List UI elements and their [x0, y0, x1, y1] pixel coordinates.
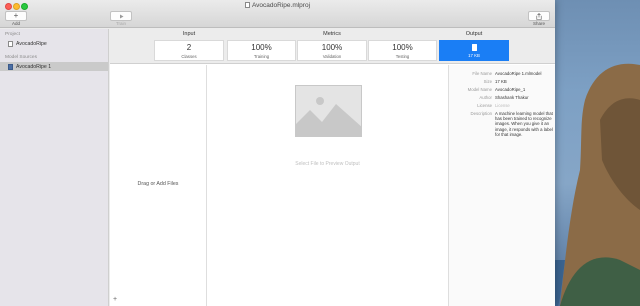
output-card[interactable]: 17 KB [439, 40, 509, 61]
sidebar-item-model-source[interactable]: AvocadoRipe 1 [0, 62, 108, 71]
classes-value: 2 [186, 43, 192, 52]
sidebar-item-project[interactable]: AvocadoRipe [0, 39, 108, 48]
metadata-key: File Name [472, 71, 492, 76]
project-file-icon [8, 40, 13, 47]
files-panel[interactable]: Drag or Add Files + [110, 65, 207, 306]
model-file-icon [471, 44, 477, 51]
metadata-value[interactable]: License [495, 103, 553, 108]
sidebar: Project AvocadoRipe Model Sources Avocad… [0, 29, 109, 306]
training-value: 100% [251, 43, 272, 52]
window-title: AvocadoRipe.mlproj [0, 2, 555, 9]
model-sources-header: Model Sources [5, 55, 37, 60]
main-content: Input 2 Classes Metrics 100% Training 10… [110, 29, 555, 306]
metadata-value[interactable]: A machine learning model that has been t… [495, 111, 553, 137]
metrics-title: Metrics [323, 31, 341, 37]
input-card[interactable]: 2 Classes [154, 40, 224, 61]
train-label: Train [115, 21, 127, 26]
output-size-label: 17 KB [468, 53, 480, 58]
testing-label: Testing [395, 54, 410, 59]
metadata-row-file-name: File Name AvocadoRipe 1.mlmodel [449, 71, 555, 76]
preview-hint-text: Select File to Preview Output [295, 161, 360, 167]
metadata-row-description: Description A machine learning model tha… [449, 111, 555, 137]
metadata-key: Model Name [467, 87, 492, 92]
preview-panel: Select File to Preview Output [208, 65, 447, 306]
sidebar-item-label: AvocadoRipe [16, 40, 47, 47]
app-window: AvocadoRipe.mlproj + Add Train Share Pro… [0, 0, 555, 306]
titlebar: AvocadoRipe.mlproj + Add Train Share [0, 0, 555, 28]
add-file-button[interactable]: + [113, 296, 117, 303]
metadata-key: Size [483, 79, 492, 84]
testing-value: 100% [392, 43, 413, 52]
metadata-key: License [477, 103, 492, 108]
metadata-panel: File Name AvocadoRipe 1.mlmodel Size 17 … [448, 65, 555, 306]
validation-label: Validation [322, 54, 342, 59]
window-title-text: AvocadoRipe.mlproj [251, 2, 311, 9]
add-label: Add [11, 21, 20, 26]
metadata-value: AvocadoRipe 1.mlmodel [495, 71, 542, 76]
metadata-key: Author [479, 95, 492, 100]
image-placeholder-icon [295, 85, 362, 137]
metadata-value[interactable]: Shashank Thakur [495, 95, 553, 100]
metadata-key: Description [470, 111, 493, 116]
validation-card[interactable]: 100% Validation [297, 40, 367, 61]
play-icon [119, 14, 123, 18]
validation-value: 100% [321, 43, 343, 52]
project-header: Project [5, 32, 20, 37]
plus-icon: + [13, 11, 19, 20]
share-label: Share [532, 21, 545, 26]
share-icon [536, 12, 542, 20]
training-label: Training [253, 54, 270, 59]
stats-bar: Input 2 Classes Metrics 100% Training 10… [110, 29, 555, 64]
metadata-value: AvocadoRipe_1 [495, 87, 526, 92]
model-icon [8, 63, 13, 70]
metadata-row-size: Size 17 KB [449, 79, 555, 84]
metadata-value: 17 KB [495, 79, 507, 84]
document-icon [244, 2, 250, 8]
drag-or-add-files-text: Drag or Add Files [137, 181, 179, 187]
input-title: Input [182, 31, 196, 37]
wallpaper-cliff [540, 63, 640, 306]
add-button[interactable]: + [5, 11, 27, 21]
metadata-row-model-name: Model Name AvocadoRipe_1 [449, 87, 555, 92]
output-title: Output [465, 31, 483, 37]
metadata-row-license: License License [449, 103, 555, 108]
testing-card[interactable]: 100% Testing [368, 40, 437, 61]
train-button[interactable] [110, 11, 132, 21]
metadata-row-author: Author Shashank Thakur [449, 95, 555, 100]
sidebar-item-label: AvocadoRipe 1 [16, 63, 52, 70]
classes-label: Classes [181, 54, 197, 59]
training-card[interactable]: 100% Training [227, 40, 296, 61]
share-button[interactable] [528, 11, 550, 21]
